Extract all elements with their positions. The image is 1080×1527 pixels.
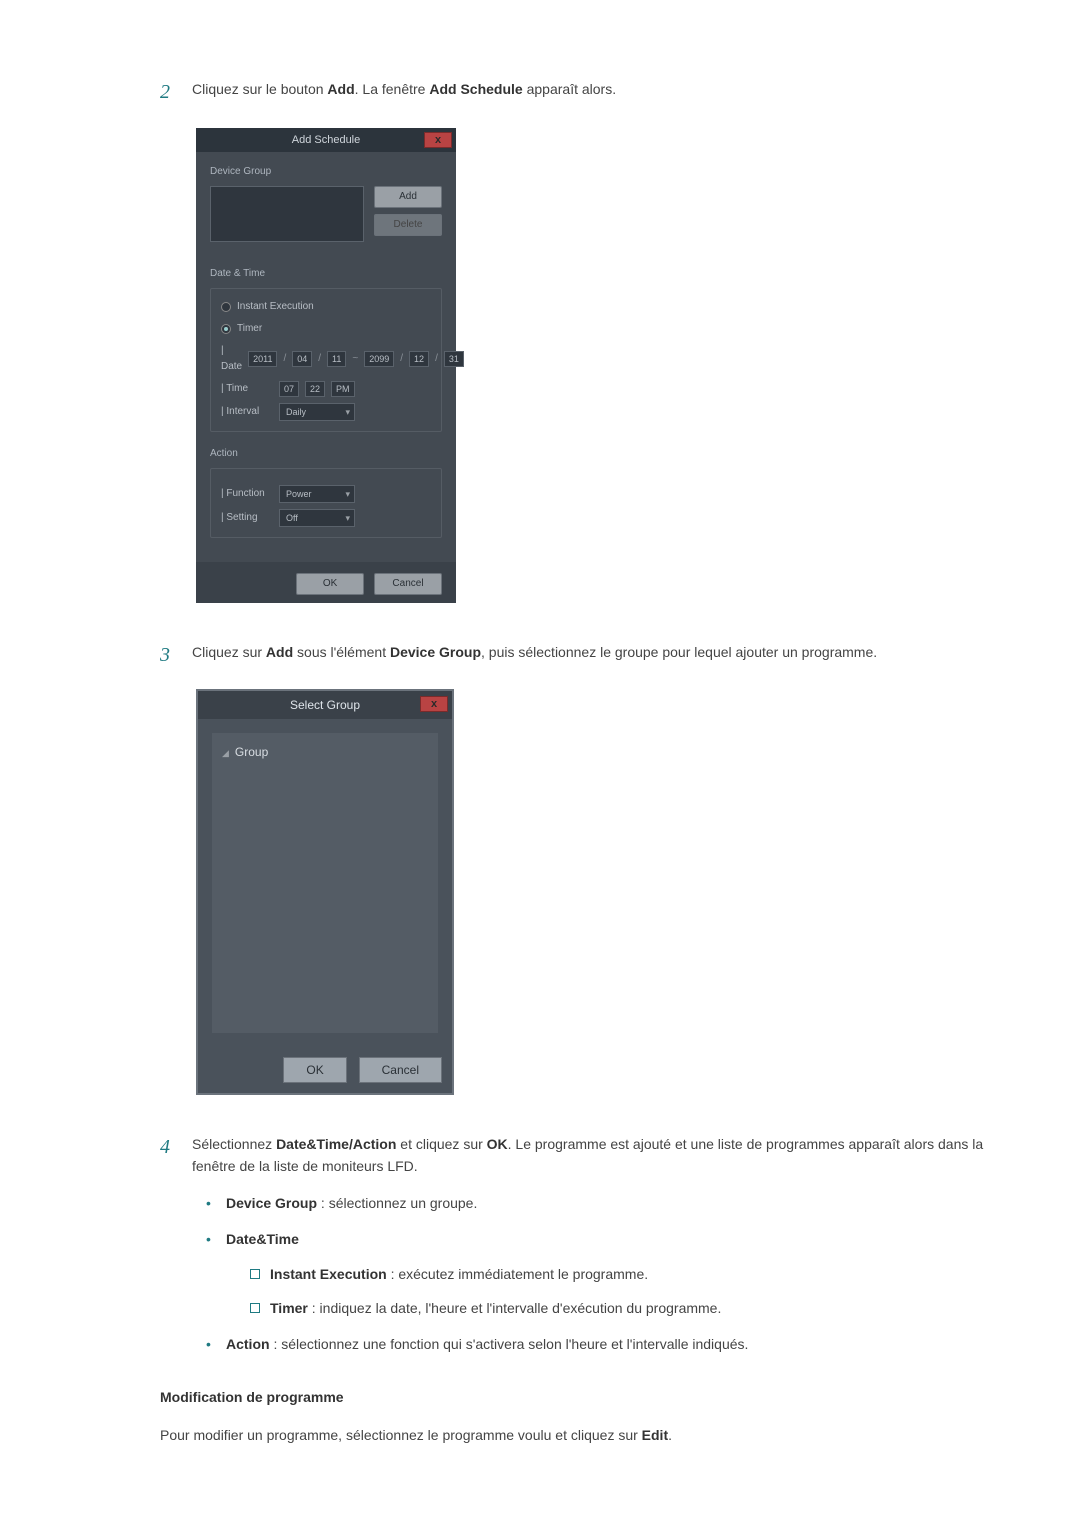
text-bold: Device Group xyxy=(226,1195,317,1211)
step-3-number: 3 xyxy=(160,639,192,671)
date-sep: / xyxy=(400,351,403,367)
dialog-title: Select Group xyxy=(290,698,360,712)
text: Sélectionnez xyxy=(192,1136,276,1152)
bullet-device-group: Device Group : sélectionnez un groupe. xyxy=(192,1192,990,1214)
text-bold: Action xyxy=(226,1336,270,1352)
interval-select[interactable]: Daily xyxy=(279,403,355,421)
step-4-number: 4 xyxy=(160,1131,192,1356)
ok-button[interactable]: OK xyxy=(296,573,364,595)
add-schedule-dialog: Add Schedule x Device Group Add Delete D… xyxy=(196,128,456,603)
add-device-group-button[interactable]: Add xyxy=(374,186,442,208)
text: : indiquez la date, l'heure et l'interva… xyxy=(308,1300,721,1316)
tree-node-group[interactable]: Group xyxy=(222,743,428,762)
step-2-number: 2 xyxy=(160,76,192,108)
text-bold: Date&Time xyxy=(226,1231,299,1247)
dialog-titlebar: Select Group x xyxy=(198,691,452,719)
delete-device-group-button[interactable]: Delete xyxy=(374,214,442,236)
function-label: | Function xyxy=(221,486,273,502)
text-bold: OK xyxy=(487,1136,508,1152)
date-sep: / xyxy=(435,351,438,367)
date-day-2-spinner[interactable]: 31 xyxy=(444,351,464,367)
group-tree[interactable]: Group xyxy=(212,733,438,1033)
time-minute-spinner[interactable]: 22 xyxy=(305,381,325,397)
text: , puis sélectionnez le groupe pour leque… xyxy=(481,644,877,660)
text: Pour modifier un programme, sélectionnez… xyxy=(160,1427,642,1443)
text: . La fenêtre xyxy=(355,81,430,97)
device-group-section-label: Device Group xyxy=(210,164,442,180)
select-group-dialog: Select Group x Group OK Cancel xyxy=(196,689,454,1095)
date-year-1-spinner[interactable]: 2011 xyxy=(248,351,277,367)
date-month-1-spinner[interactable]: 04 xyxy=(292,351,312,367)
time-ampm-spinner[interactable]: PM xyxy=(331,381,355,397)
text: : sélectionnez une fonction qui s'active… xyxy=(270,1336,749,1352)
setting-label: | Setting xyxy=(221,510,273,526)
device-group-list[interactable] xyxy=(210,186,364,242)
function-select[interactable]: Power xyxy=(279,485,355,503)
close-icon[interactable]: x xyxy=(420,696,448,712)
text: et cliquez sur xyxy=(396,1136,486,1152)
time-label: | Time xyxy=(221,381,273,397)
date-time-section-label: Date & Time xyxy=(210,266,442,282)
text-bold: Add xyxy=(266,644,293,660)
ok-button[interactable]: OK xyxy=(283,1057,346,1083)
step-4-text: Sélectionnez Date&Time/Action et cliquez… xyxy=(192,1131,990,1356)
step-3-text: Cliquez sur Add sous l'élément Device Gr… xyxy=(192,639,990,671)
subbullet-timer: Timer : indiquez la date, l'heure et l'i… xyxy=(226,1297,990,1319)
date-year-2-spinner[interactable]: 2099 xyxy=(364,351,394,367)
modification-paragraph: Pour modifier un programme, sélectionnez… xyxy=(160,1424,990,1446)
text: sous l'élément xyxy=(293,644,390,660)
date-range-sep: ~ xyxy=(352,351,358,367)
text: apparaît alors. xyxy=(523,81,616,97)
text: Cliquez sur xyxy=(192,644,266,660)
date-sep: / xyxy=(318,351,321,367)
setting-select[interactable]: Off xyxy=(279,509,355,527)
date-day-1-spinner[interactable]: 11 xyxy=(327,351,346,367)
text-bold: Instant Execution xyxy=(270,1266,387,1282)
bullet-date-time: Date&Time Instant Execution : exécutez i… xyxy=(192,1228,990,1319)
text-bold-add: Add xyxy=(327,81,354,97)
cancel-button[interactable]: Cancel xyxy=(359,1057,442,1083)
date-sep: / xyxy=(283,351,286,367)
action-section-label: Action xyxy=(210,446,442,462)
cancel-button[interactable]: Cancel xyxy=(374,573,442,595)
instant-execution-radio[interactable] xyxy=(221,302,231,312)
text: Cliquez sur le bouton xyxy=(192,81,327,97)
text-bold: Date&Time/Action xyxy=(276,1136,396,1152)
dialog-titlebar: Add Schedule x xyxy=(196,128,456,152)
instant-execution-label: Instant Execution xyxy=(237,299,314,315)
step-2-text: Cliquez sur le bouton Add. La fenêtre Ad… xyxy=(192,76,990,108)
interval-label: | Interval xyxy=(221,404,273,420)
date-month-2-spinner[interactable]: 12 xyxy=(409,351,429,367)
subbullet-instant-exec: Instant Execution : exécutez immédiateme… xyxy=(226,1263,990,1285)
text: : exécutez immédiatement le programme. xyxy=(387,1266,648,1282)
dialog-title: Add Schedule xyxy=(292,134,361,146)
text: . xyxy=(668,1427,672,1443)
close-icon[interactable]: x xyxy=(424,132,452,148)
date-label: | Date xyxy=(221,343,242,375)
text-bold: Device Group xyxy=(390,644,481,660)
timer-label: Timer xyxy=(237,321,262,337)
text: : sélectionnez un groupe. xyxy=(317,1195,477,1211)
text-bold: Edit xyxy=(642,1427,668,1443)
time-hour-spinner[interactable]: 07 xyxy=(279,381,299,397)
timer-radio[interactable] xyxy=(221,324,231,334)
text-bold: Timer xyxy=(270,1300,308,1316)
bullet-action: Action : sélectionnez une fonction qui s… xyxy=(192,1333,990,1355)
text-bold-add-schedule: Add Schedule xyxy=(429,81,522,97)
modification-heading: Modification de programme xyxy=(160,1386,990,1408)
